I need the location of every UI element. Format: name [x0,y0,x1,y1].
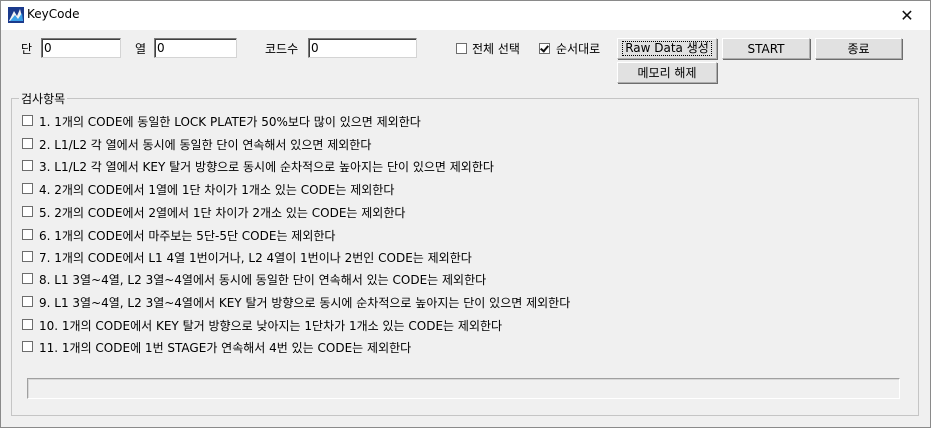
item-label[interactable]: 6. 1개의 CODE에서 마주보는 5단-5단 CODE는 제외한다 [39,227,335,244]
free-memory-button[interactable]: 메모리 해제 [617,62,717,83]
item-checkbox[interactable] [22,160,33,171]
free-memory-button-label: 메모리 해제 [637,66,697,80]
window-title: KeyCode [27,7,80,21]
item-label[interactable]: 9. L1 3열~4열, L2 3열~4열에서 KEY 탈거 방향으로 동시에 … [39,294,570,311]
close-icon: ✕ [900,6,914,25]
dan-label: 단 [21,42,33,56]
yeol-label: 열 [135,42,147,56]
dan-input[interactable] [41,38,121,58]
main-window: KeyCode ✕ 단 열 코드수 전체 선택 순서대로 Raw Data 생성… [0,0,931,428]
start-button[interactable]: START [722,38,810,59]
item-label[interactable]: 11. 1개의 CODE에 1번 STAGE가 연속해서 4번 있는 CODE는… [39,339,411,356]
group-title: 검사항목 [19,90,68,107]
keycode-app-icon [8,7,24,23]
item-checkbox[interactable] [22,183,33,194]
item-checkbox[interactable] [22,138,33,149]
item-checkbox[interactable] [22,273,33,284]
raw-data-button[interactable]: Raw Data 생성 [617,38,717,59]
close-button[interactable]: ✕ [884,1,930,30]
codesu-label: 코드수 [265,42,299,56]
item-label[interactable]: 7. 1개의 CODE에서 L1 4열 1번이거나, L2 4열이 1번이나 2… [39,249,472,266]
select-all-label[interactable]: 전체 선택 [472,40,520,57]
item-checkbox[interactable] [22,296,33,307]
item-checkbox[interactable] [22,229,33,240]
raw-data-button-label: Raw Data 생성 [622,41,712,56]
select-all-checkbox[interactable] [456,43,467,54]
item-checkbox[interactable] [22,319,33,330]
item-label[interactable]: 1. 1개의 CODE에 동일한 LOCK PLATE가 50%보다 많이 있으… [39,113,421,130]
item-checkbox[interactable] [22,206,33,217]
start-button-label: START [747,41,785,56]
item-label[interactable]: 8. L1 3열~4열, L2 3열~4열에서 동시에 동일한 단이 연속해서 … [39,271,486,288]
item-label[interactable]: 3. L1/L2 각 열에서 KEY 탈거 방향으로 동시에 순차적으로 높아지… [39,158,494,175]
in-order-label[interactable]: 순서대로 [556,40,600,57]
in-order-checkbox[interactable] [539,43,550,54]
item-label[interactable]: 5. 2개의 CODE에서 2열에서 1단 차이가 2개소 있는 CODE는 제… [39,204,405,221]
item-checkbox[interactable] [22,251,33,262]
exit-button-label: 종료 [847,42,870,56]
item-checkbox[interactable] [22,341,33,352]
item-label[interactable]: 2. L1/L2 각 열에서 동시에 동일한 단이 연속해서 있으면 제외한다 [39,136,371,153]
yeol-input[interactable] [154,38,237,58]
title-bar[interactable]: KeyCode ✕ [1,1,930,30]
progress-bar [27,378,900,399]
item-label[interactable]: 4. 2개의 CODE에서 1열에 1단 차이가 1개소 있는 CODE는 제외… [39,181,394,198]
item-checkbox[interactable] [22,115,33,126]
exit-button[interactable]: 종료 [815,38,902,59]
codesu-input[interactable] [308,38,417,58]
item-label[interactable]: 10. 1개의 CODE에서 KEY 탈거 방향으로 낮아지는 1단차가 1개소… [39,317,502,334]
